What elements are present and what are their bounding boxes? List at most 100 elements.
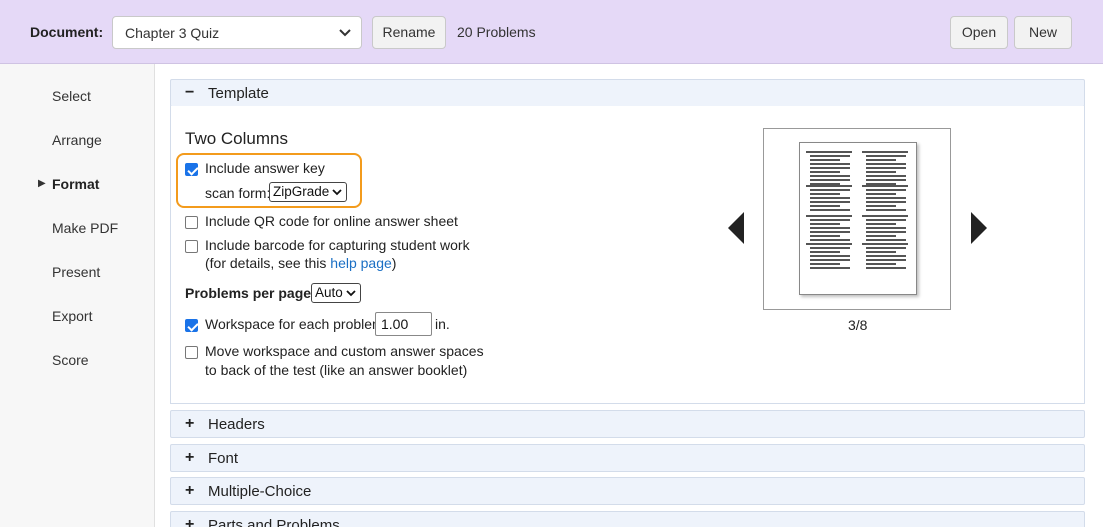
- template-layout-name: Two Columns: [185, 129, 288, 148]
- preview-text-line: [862, 185, 908, 187]
- panel-header-template[interactable]: − Template: [170, 79, 1085, 107]
- move-workspace-checkbox[interactable]: [185, 346, 198, 359]
- panel-header-font[interactable]: + Font: [170, 444, 1085, 472]
- preview-text-line: [806, 215, 852, 217]
- move-workspace-label-line1: Move workspace and custom answer spaces: [205, 343, 484, 359]
- preview-text-line: [866, 179, 906, 181]
- preview-text-line: [866, 231, 906, 233]
- scan-form-select[interactable]: ZipGrade: [269, 182, 347, 202]
- preview-text-line: [866, 201, 906, 203]
- scan-form-label: scan form:: [205, 185, 271, 201]
- qr-code-checkbox[interactable]: [185, 216, 198, 229]
- preview-text-line: [806, 185, 852, 187]
- preview-text-line: [866, 193, 896, 195]
- preview-text-line: [866, 255, 906, 257]
- preview-text-line: [810, 209, 850, 211]
- preview-text-line: [866, 175, 906, 177]
- barcode-note-prefix: (for details, see this: [205, 255, 331, 271]
- preview-text-line: [866, 171, 896, 173]
- preview-text-line: [866, 155, 906, 157]
- barcode-label: Include barcode for capturing student wo…: [205, 237, 470, 253]
- preview-text-line: [866, 167, 906, 169]
- preview-text-line: [810, 255, 850, 257]
- preview-text-line: [810, 163, 850, 165]
- preview-text-line: [866, 267, 906, 269]
- panel-header-headers[interactable]: + Headers: [170, 410, 1085, 438]
- document-select[interactable]: Chapter 3 Quiz: [112, 16, 362, 49]
- workspace-checkbox[interactable]: [185, 319, 198, 332]
- sidebar-item-present[interactable]: Present: [52, 264, 100, 280]
- help-page-link[interactable]: help page: [330, 255, 392, 271]
- triangle-left-icon[interactable]: [727, 211, 745, 245]
- preview-text-line: [810, 179, 850, 181]
- preview-page-thumbnail: [799, 142, 917, 295]
- problems-per-page-select[interactable]: Auto: [311, 283, 361, 303]
- preview-text-line: [810, 227, 850, 229]
- scan-form-value: ZipGrade: [273, 184, 330, 199]
- chevron-down-icon: [339, 29, 351, 37]
- open-button[interactable]: Open: [950, 16, 1008, 49]
- preview-text-line: [810, 259, 850, 261]
- sidebar-item-select[interactable]: Select: [52, 88, 91, 104]
- preview-text-line: [810, 267, 850, 269]
- expand-icon: +: [185, 516, 195, 527]
- panel-title: Template: [208, 85, 269, 102]
- panel-header-parts[interactable]: + Parts and Problems: [170, 511, 1085, 527]
- rename-button[interactable]: Rename: [372, 16, 446, 49]
- preview-text-line: [866, 227, 906, 229]
- preview-text-line: [866, 219, 906, 221]
- preview-text-line: [810, 197, 850, 199]
- preview-text-line: [806, 243, 852, 245]
- chevron-down-icon: [346, 290, 356, 297]
- preview-text-line: [810, 219, 850, 221]
- document-select-value: Chapter 3 Quiz: [125, 25, 220, 41]
- preview-text-line: [810, 263, 840, 265]
- collapse-icon: −: [185, 84, 195, 101]
- sidebar-item-arrange[interactable]: Arrange: [52, 132, 102, 148]
- barcode-note: (for details, see this help page): [205, 255, 396, 271]
- barcode-checkbox[interactable]: [185, 240, 198, 253]
- panel-header-multiple-choice[interactable]: + Multiple-Choice: [170, 477, 1085, 505]
- triangle-right-small-icon: ▶: [38, 178, 46, 189]
- workspace-unit: in.: [435, 316, 450, 332]
- answer-key-checkbox[interactable]: [185, 163, 198, 176]
- expand-icon: +: [185, 415, 195, 432]
- chevron-down-icon: [332, 189, 342, 196]
- preview-text-line: [810, 247, 850, 249]
- panel-title: Multiple-Choice: [208, 483, 312, 500]
- sidebar-item-make-pdf[interactable]: Make PDF: [52, 220, 118, 236]
- preview-text-line: [810, 201, 850, 203]
- sidebar-item-score[interactable]: Score: [52, 352, 89, 368]
- preview-text-line: [810, 189, 850, 191]
- preview-text-line: [866, 263, 896, 265]
- workspace-size-input[interactable]: 1.00: [375, 312, 432, 336]
- preview-text-line: [810, 223, 840, 225]
- problems-per-page-label: Problems per page:: [185, 285, 316, 301]
- top-toolbar: Document: Chapter 3 Quiz Rename 20 Probl…: [0, 0, 1103, 64]
- preview-text-line: [810, 155, 850, 157]
- preview-text-line: [866, 239, 906, 241]
- preview-text-line: [810, 175, 850, 177]
- document-label: Document:: [30, 24, 104, 40]
- panel-title: Parts and Problems: [208, 517, 340, 527]
- sidebar-item-export[interactable]: Export: [52, 308, 92, 324]
- workspace-label: Workspace for each problem: [205, 316, 384, 332]
- preview-text-line: [866, 205, 896, 207]
- preview-text-line: [866, 223, 896, 225]
- preview-text-line: [810, 251, 840, 253]
- preview-text-line: [866, 189, 906, 191]
- preview-text-line: [862, 151, 908, 153]
- sidebar-item-format[interactable]: Format: [52, 176, 99, 192]
- triangle-right-icon[interactable]: [970, 211, 988, 245]
- preview-text-line: [810, 231, 850, 233]
- preview-text-line: [810, 235, 840, 237]
- preview-text-line: [866, 235, 896, 237]
- preview-text-line: [866, 197, 906, 199]
- preview-text-line: [866, 259, 906, 261]
- move-workspace-label-line2: to back of the test (like an answer book…: [205, 362, 468, 378]
- qr-code-label: Include QR code for online answer sheet: [205, 213, 458, 229]
- preview-text-line: [866, 163, 906, 165]
- new-button[interactable]: New: [1014, 16, 1072, 49]
- preview-text-line: [862, 215, 908, 217]
- preview-text-line: [810, 193, 840, 195]
